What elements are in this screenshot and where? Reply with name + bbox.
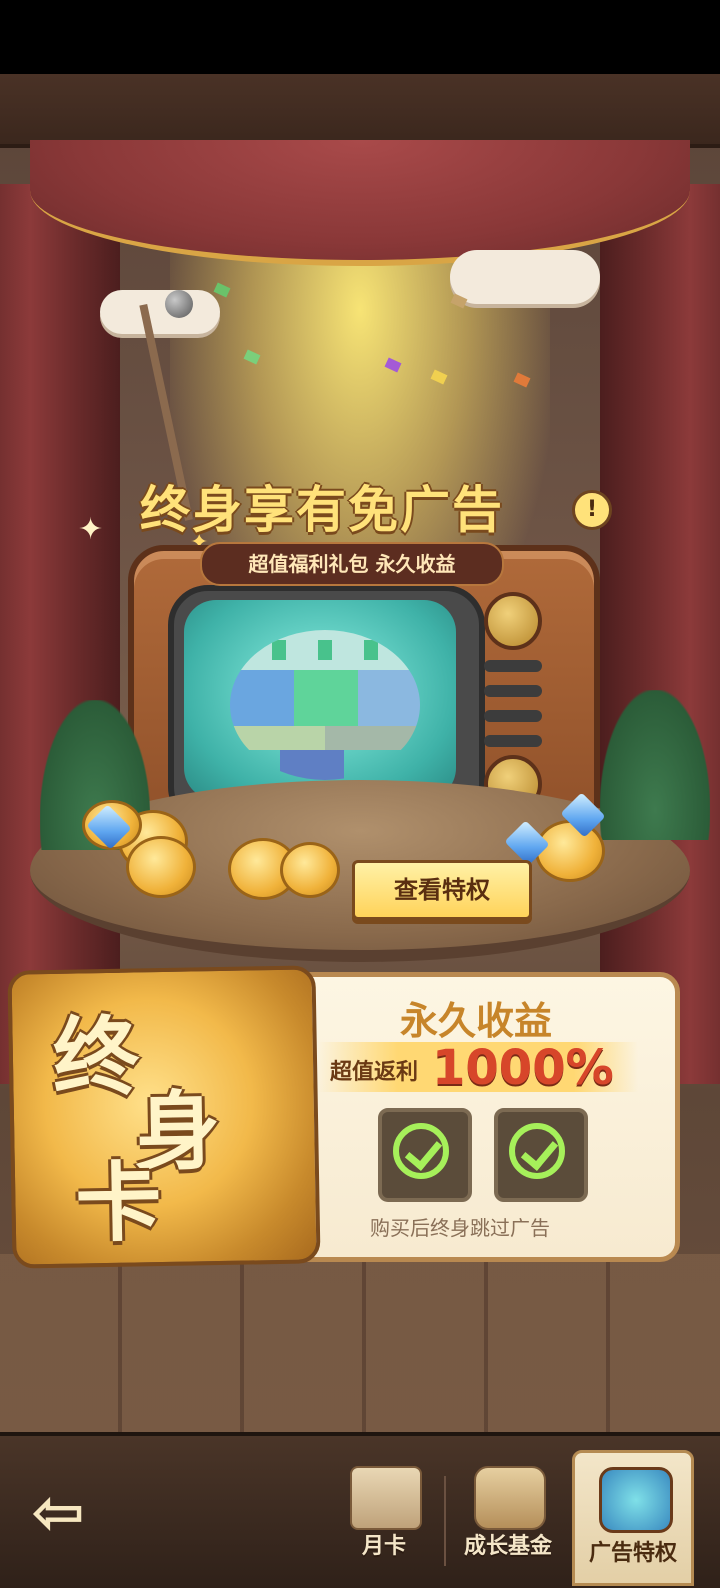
nav-divider xyxy=(444,1476,446,1566)
tab-growth-fund[interactable]: 成长基金 xyxy=(450,1460,566,1572)
benefit-slot xyxy=(494,1108,588,1202)
promo-headline: 终身享有免广告 xyxy=(140,481,504,539)
benefit-slot xyxy=(378,1108,472,1202)
cashback-label: 超值返利 xyxy=(330,1060,419,1085)
benefit-title: 永久收益 xyxy=(399,999,552,1043)
tab-monthly-card[interactable]: 月卡 xyxy=(326,1460,442,1572)
growth-fund-icon xyxy=(474,1466,546,1530)
check-icon xyxy=(509,1123,565,1179)
tv-grille xyxy=(484,710,542,722)
tv-knob-icon xyxy=(484,592,542,650)
tab-label: 广告特权 xyxy=(588,1541,677,1566)
test-pattern-icon xyxy=(230,630,420,780)
stage-top-beam xyxy=(0,74,720,148)
monthly-card-icon xyxy=(350,1466,422,1530)
cloud-decoration xyxy=(100,290,220,334)
status-bar xyxy=(0,0,720,74)
back-arrow-icon: ⇦ xyxy=(31,1476,85,1550)
emblem-char: 终 xyxy=(52,1007,140,1109)
coin-icon xyxy=(126,836,196,898)
benefit-footnote: 购买后终身跳过广告 xyxy=(370,1216,550,1240)
tv-grille xyxy=(484,685,542,697)
promo-subtitle: 超值福利礼包 永久收益 xyxy=(200,542,504,586)
coin-icon xyxy=(280,842,340,898)
info-icon[interactable]: ! xyxy=(572,490,612,530)
tv-screen xyxy=(184,600,456,800)
check-icon xyxy=(393,1123,449,1179)
sparkle-icon: ✦ xyxy=(78,512,104,547)
tab-label: 成长基金 xyxy=(463,1534,552,1559)
antenna-tip xyxy=(165,290,193,318)
tv-grille xyxy=(484,735,542,747)
plant-decoration xyxy=(600,690,710,840)
coin-icon xyxy=(535,820,605,882)
lifetime-card-emblem: 终 身 卡 xyxy=(7,965,321,1269)
cashback-value: 1000% xyxy=(432,1040,614,1096)
emblem-char: 卡 xyxy=(74,1153,163,1255)
tv-grille xyxy=(484,660,542,672)
ad-privilege-tv-icon xyxy=(599,1467,673,1533)
view-privilege-button[interactable]: 查看特权 xyxy=(352,860,532,920)
wooden-floor xyxy=(0,1254,720,1432)
cloud-decoration xyxy=(450,250,600,304)
tab-ad-privilege[interactable]: 广告特权 xyxy=(572,1450,694,1586)
tab-label: 月卡 xyxy=(361,1534,406,1559)
curtain-valance xyxy=(30,140,690,266)
back-button[interactable]: ⇦ xyxy=(18,1478,98,1548)
curtain-right xyxy=(600,184,720,1084)
